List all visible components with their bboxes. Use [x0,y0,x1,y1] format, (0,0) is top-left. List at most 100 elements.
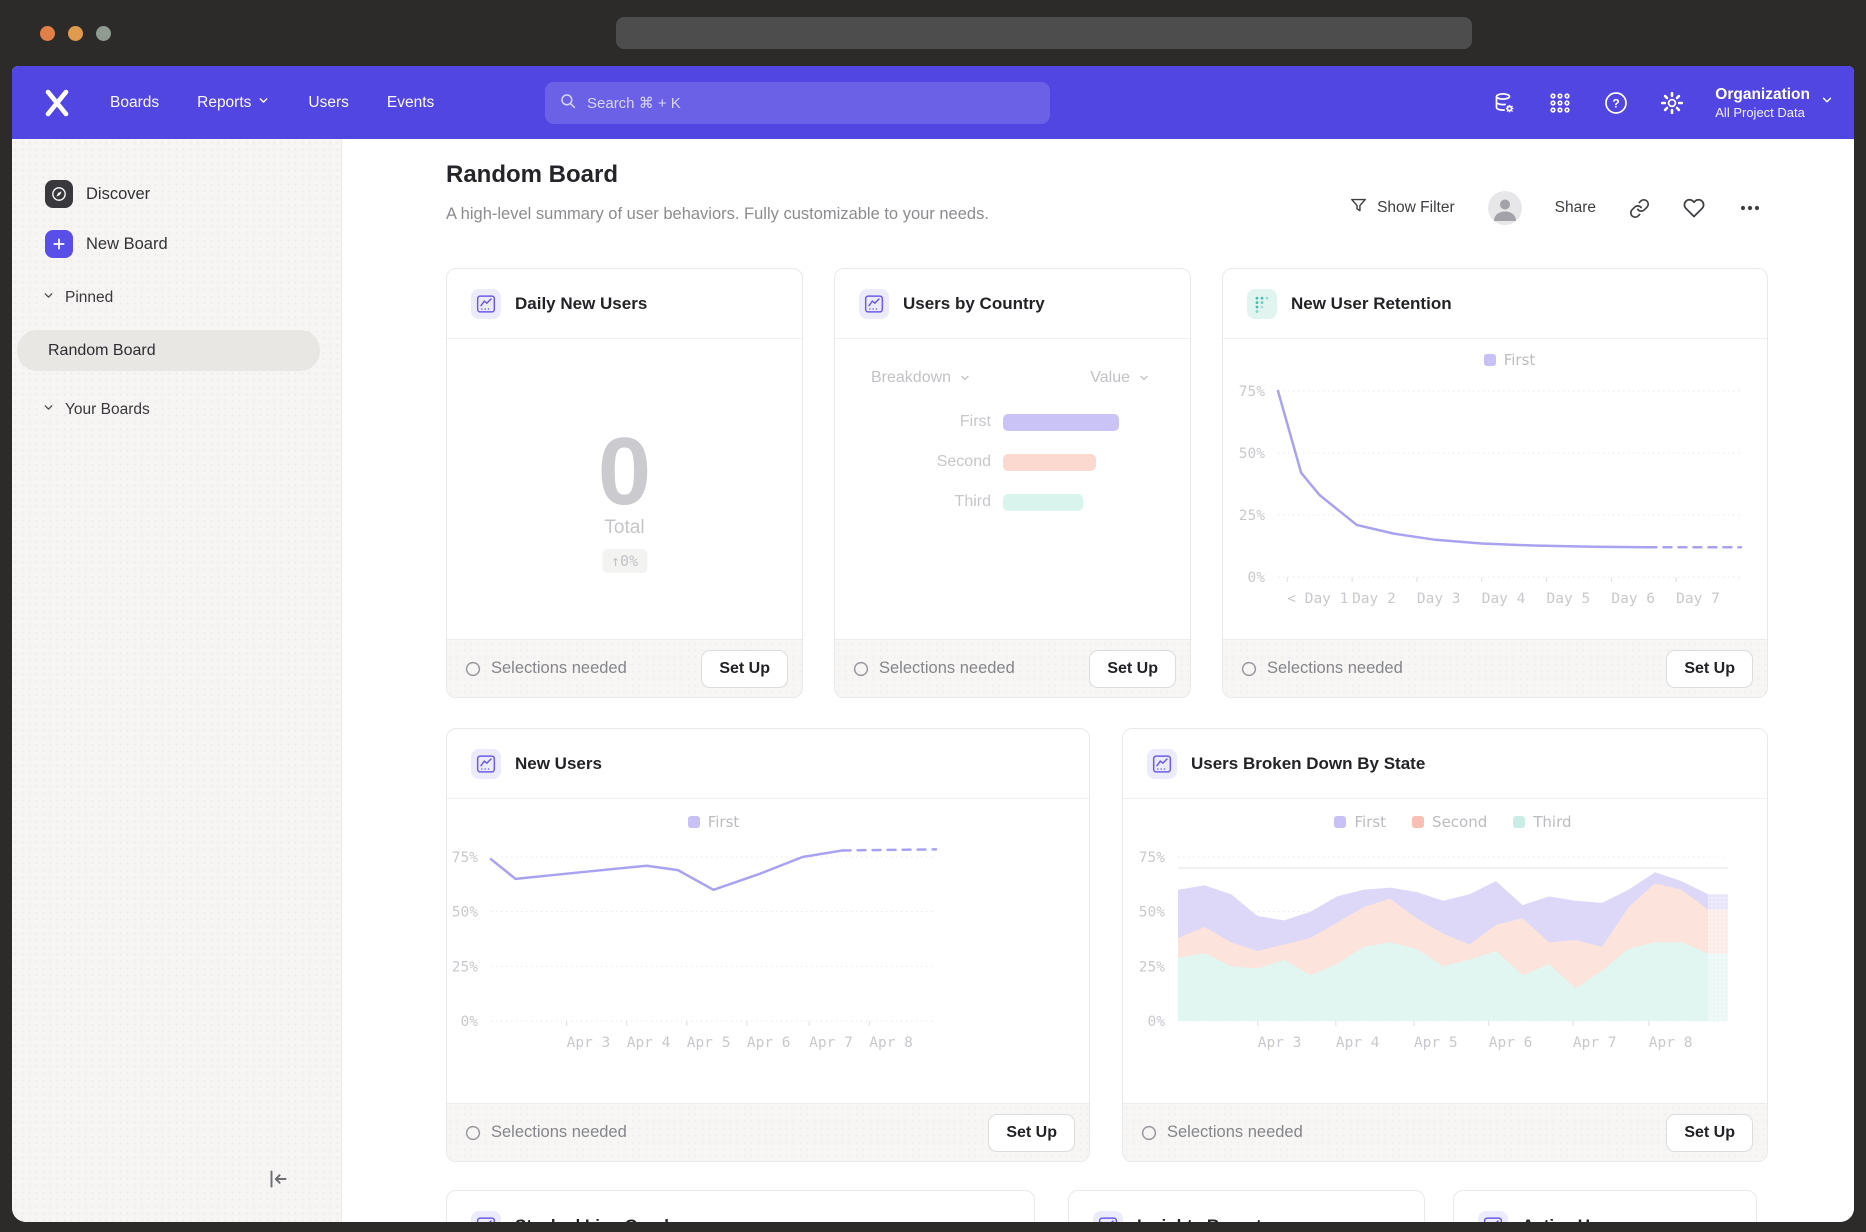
org-subtitle: All Project Data [1715,105,1810,120]
browser-address-bar[interactable] [616,17,1472,49]
share-button[interactable]: Share [1555,199,1596,217]
retention-grid-icon [1247,289,1277,319]
card-title: Daily New Users [515,294,647,314]
legend-chip-icon [688,816,700,828]
search-input[interactable]: Search ⌘ + K [545,82,1050,124]
svg-text:Apr 3: Apr 3 [567,1035,611,1051]
nav-item-boards[interactable]: Boards [110,94,159,112]
legend-item: Second [1412,813,1487,831]
metric-value: 0 [447,417,802,527]
status-selections-needed: Selections needed [853,659,1015,678]
nav-item-events[interactable]: Events [387,94,434,112]
sidebar-section-label: Pinned [65,289,113,307]
set-up-button[interactable]: Set Up [1089,650,1176,688]
card-title: New Users [515,754,602,774]
card-title: Stacked Line Graph [515,1216,675,1222]
svg-text:Apr 7: Apr 7 [1573,1035,1617,1051]
org-switcher[interactable]: Organization All Project Data [1715,85,1834,120]
apps-grid-icon[interactable] [1547,90,1573,116]
legend-chip-icon [1513,816,1525,828]
bar-label: Third [835,493,991,511]
line-chart-icon [1478,1211,1508,1222]
line-chart-icon [471,1211,501,1222]
radio-icon [1141,1125,1157,1141]
card-active-users: Active Users [1453,1190,1757,1222]
card-title: New User Retention [1291,294,1452,314]
sidebar-collapse-button[interactable] [263,1164,293,1194]
country-bar-row: Second [835,453,1190,471]
status-selections-needed: Selections needed [1141,1123,1303,1142]
svg-text:Day 5: Day 5 [1547,591,1591,607]
value-dropdown[interactable]: Value [1090,369,1150,387]
window-minimize-button[interactable] [68,26,83,41]
legend-item: First [688,813,740,831]
compass-icon [45,180,73,208]
line-chart-icon [859,289,889,319]
sidebar: Discover New Board Pinned Random Board Y… [12,139,342,1222]
svg-text:Day 7: Day 7 [1676,591,1720,607]
show-filter-button[interactable]: Show Filter [1349,196,1455,220]
chevron-down-icon [257,94,270,112]
card-title: Users by Country [903,294,1045,314]
svg-text:Day 2: Day 2 [1352,591,1396,607]
breakdown-dropdown[interactable]: Breakdown [871,369,971,387]
nav-item-label: Users [308,94,348,112]
share-label: Share [1555,199,1596,217]
plus-icon [45,230,73,258]
nav-item-users[interactable]: Users [308,94,348,112]
status-selections-needed: Selections needed [465,659,627,678]
metric-label: Total [447,517,802,539]
chart-legend: FirstSecondThird [1178,813,1728,831]
copy-link-icon[interactable] [1629,198,1650,219]
legend-chip-icon [1334,816,1346,828]
svg-text:75%: 75% [1139,850,1165,866]
show-filter-label: Show Filter [1377,199,1455,217]
legend-chip-icon [1412,816,1424,828]
radio-icon [853,661,869,677]
chevron-down-icon [42,401,55,419]
board-content: Random Board A high-level summary of use… [342,139,1854,1222]
card-title: Active Users [1522,1216,1625,1222]
svg-text:Day 6: Day 6 [1611,591,1655,607]
svg-text:0%: 0% [1148,1014,1166,1030]
legend-item: Third [1513,813,1571,831]
set-up-button[interactable]: Set Up [1666,650,1753,688]
filter-funnel-icon [1349,196,1368,220]
data-management-icon[interactable] [1491,90,1517,116]
svg-text:50%: 50% [1139,905,1165,921]
nav-item-label: Boards [110,94,159,112]
sidebar-section-pinned[interactable]: Pinned [42,289,113,307]
mixpanel-logo-icon[interactable] [42,88,72,118]
more-options-icon[interactable] [1738,196,1762,220]
card-insights-report: Insights Report [1068,1190,1425,1222]
sidebar-section-your-boards[interactable]: Your Boards [42,401,150,419]
chevron-down-icon [42,289,55,307]
search-icon [559,92,577,115]
favorite-heart-icon[interactable] [1683,197,1705,219]
sidebar-item-random-board[interactable]: Random Board [17,330,320,371]
settings-gear-icon[interactable] [1659,90,1685,116]
svg-text:Apr 6: Apr 6 [747,1035,791,1051]
card-new-users: New Users First 75%50%25%0%Apr 3Apr 4Apr… [446,728,1090,1162]
svg-text:Apr 3: Apr 3 [1258,1035,1302,1051]
line-chart-icon [1147,749,1177,779]
bar-label: Second [835,453,991,471]
set-up-button[interactable]: Set Up [1666,1114,1753,1152]
set-up-button[interactable]: Set Up [701,650,788,688]
svg-text:Apr 5: Apr 5 [1414,1035,1458,1051]
app-window: Boards Reports Users Events Search ⌘ + K [12,66,1854,1222]
line-chart-icon [1093,1211,1123,1222]
svg-text:75%: 75% [452,850,478,866]
nav-item-reports[interactable]: Reports [197,94,270,112]
bar [1003,454,1096,471]
window-zoom-button[interactable] [96,26,111,41]
set-up-button[interactable]: Set Up [988,1114,1075,1152]
sidebar-item-discover[interactable]: Discover [45,180,150,208]
svg-text:Day 3: Day 3 [1417,591,1461,607]
help-icon[interactable]: ? [1603,90,1629,116]
window-close-button[interactable] [40,26,55,41]
metric-delta-badge: ↑0% [602,549,647,573]
line-chart-icon [471,749,501,779]
sidebar-item-new-board[interactable]: New Board [45,230,168,258]
avatar[interactable] [1488,191,1522,225]
